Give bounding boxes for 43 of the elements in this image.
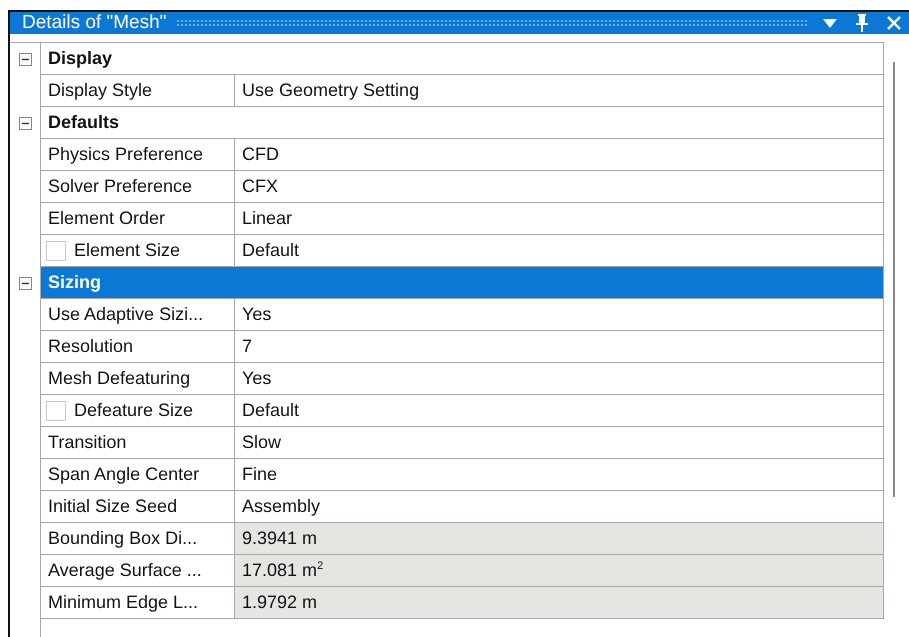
group-header[interactable]: Defaults [40,107,884,139]
collapse-toggle[interactable] [18,52,32,66]
collapse-toggle[interactable] [18,276,32,290]
pin-icon [855,13,869,33]
property-label: Display Style [40,75,235,107]
property-value[interactable]: 7 [235,331,884,363]
caret-icon [823,18,837,28]
property-value[interactable]: Yes [235,299,884,331]
property-value[interactable]: Slow [235,427,884,459]
property-label: Initial Size Seed [40,491,235,523]
property-value[interactable]: Linear [235,203,884,235]
panel-title: Details of "Mesh" [22,12,166,34]
property-value[interactable]: CFD [235,139,884,171]
property-label: Physics Preference [40,139,235,171]
checkbox[interactable] [46,240,66,260]
property-label: Minimum Edge L... [40,587,235,619]
property-value[interactable]: Yes [235,363,884,395]
property-label-text: Defeature Size [74,400,194,421]
property-label: Span Angle Center [40,459,235,491]
property-label: Average Surface ... [40,555,235,587]
group-header[interactable]: Display [40,43,884,75]
property-value[interactable]: 1.9792 m [235,587,884,619]
property-label: Use Adaptive Sizi... [40,299,235,331]
property-label: Element Order [40,203,235,235]
property-value[interactable]: 9.3941 m [235,523,884,555]
scrollbar-thumb[interactable] [893,62,895,497]
property-value[interactable]: Use Geometry Setting [235,75,884,107]
group-header[interactable]: Sizing [40,267,884,299]
property-value[interactable]: CFX [235,171,884,203]
property-label: Mesh Defeaturing [40,363,235,395]
collapse-toggle[interactable] [18,116,32,130]
close-icon [886,15,902,31]
property-label-text: Element Size [74,240,180,261]
property-label: Bounding Box Di... [40,523,235,555]
checkbox[interactable] [46,400,66,420]
property-label: Transition [40,427,235,459]
property-label: Resolution [40,331,235,363]
property-value[interactable]: Default [235,395,884,427]
property-label: Solver Preference [40,171,235,203]
property-value[interactable]: Assembly [235,491,884,523]
property-value[interactable]: Default [235,235,884,267]
property-value[interactable]: 17.081 m$^{2}$ [235,555,884,587]
property-value[interactable]: Fine [235,459,884,491]
